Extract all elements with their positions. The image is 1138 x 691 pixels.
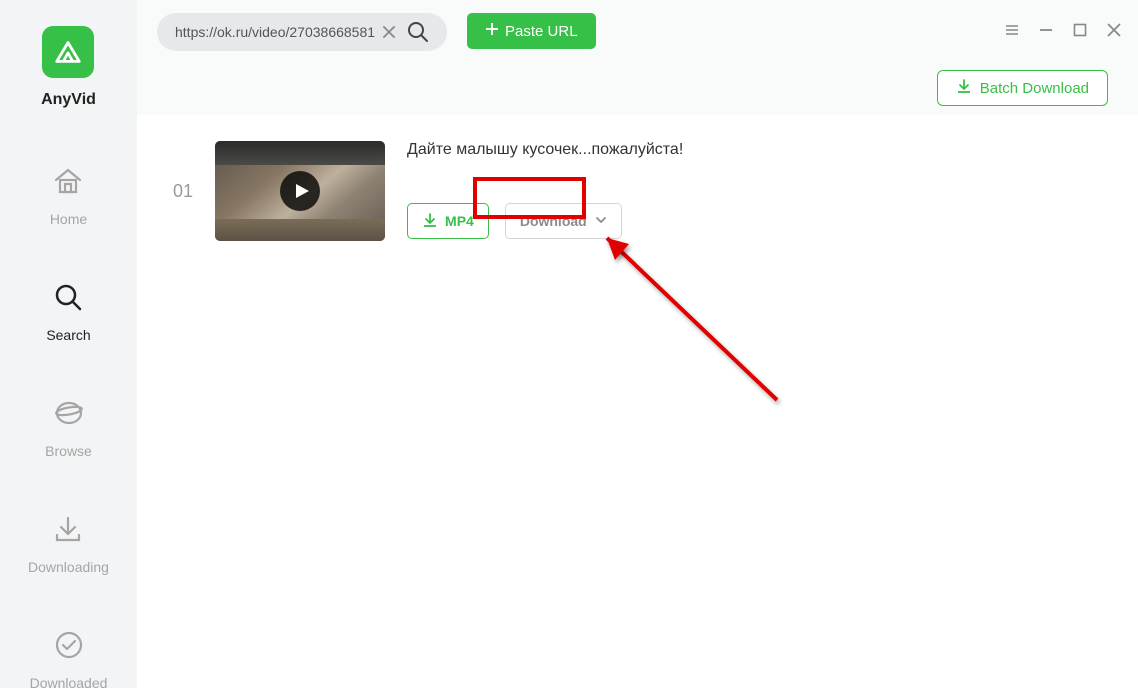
paste-url-button[interactable]: Paste URL: [467, 13, 596, 49]
minimize-icon[interactable]: [1038, 22, 1054, 38]
window-controls: [1004, 22, 1122, 38]
sidebar: AnyVid Home Search Browse Downloading Do…: [0, 0, 137, 688]
duration-badge: 00:13: [338, 221, 380, 237]
annotation-arrow: [577, 220, 797, 410]
sidebar-item-label: Browse: [45, 443, 92, 459]
sidebar-item-browse[interactable]: Browse: [45, 397, 92, 459]
result-actions: MP4 Download: [407, 203, 683, 239]
check-circle-icon: [53, 629, 85, 666]
sidebar-item-downloading[interactable]: Downloading: [28, 513, 109, 575]
result-index: 01: [173, 181, 193, 202]
mp4-label: MP4: [445, 213, 474, 229]
download-label: Download: [520, 213, 587, 229]
result-meta: Дайте малышу кусочек...пожалуйста! MP4 D…: [407, 141, 683, 239]
download-icon: [956, 78, 972, 98]
result-item: 01 00:13 Дайте малышу кусочек...пожалуйс…: [173, 141, 1102, 241]
download-icon: [422, 212, 438, 231]
sidebar-item-label: Downloaded: [30, 675, 108, 691]
main-area: Paste URL Batch Download 01 0: [137, 0, 1138, 688]
chevron-down-icon: [595, 213, 607, 229]
sidebar-item-label: Downloading: [28, 559, 109, 575]
sidebar-item-downloaded[interactable]: Downloaded: [30, 629, 108, 691]
sidebar-nav: Home Search Browse Downloading Downloade…: [0, 165, 137, 691]
mp4-button[interactable]: MP4: [407, 203, 489, 239]
globe-icon: [53, 397, 85, 434]
search-icon: [52, 281, 84, 318]
close-icon[interactable]: [1106, 22, 1122, 38]
download-dropdown[interactable]: Download: [505, 203, 622, 239]
paste-url-label: Paste URL: [505, 23, 578, 40]
logo-block: AnyVid: [41, 26, 96, 109]
sidebar-item-home[interactable]: Home: [50, 165, 87, 227]
maximize-icon[interactable]: [1072, 22, 1088, 38]
clear-input-icon[interactable]: [380, 23, 398, 41]
batch-download-label: Batch Download: [980, 80, 1089, 97]
sidebar-item-label: Home: [50, 211, 87, 227]
results-list: 01 00:13 Дайте малышу кусочек...пожалуйс…: [137, 115, 1138, 688]
app-name-label: AnyVid: [41, 91, 96, 109]
plus-icon: [485, 22, 499, 40]
search-field-wrap: [157, 13, 447, 51]
play-icon[interactable]: [280, 171, 320, 211]
sidebar-item-label: Search: [46, 327, 90, 343]
search-submit-icon[interactable]: [406, 20, 430, 44]
sidebar-item-search[interactable]: Search: [46, 281, 90, 343]
topbar: Paste URL Batch Download: [137, 0, 1138, 115]
downloading-icon: [52, 513, 84, 550]
batch-download-button[interactable]: Batch Download: [937, 70, 1108, 106]
home-icon: [52, 165, 84, 202]
url-input[interactable]: [175, 24, 380, 40]
video-thumbnail[interactable]: 00:13: [215, 141, 385, 241]
menu-icon[interactable]: [1004, 22, 1020, 38]
video-title: Дайте малышу кусочек...пожалуйста!: [407, 141, 683, 159]
app-logo-icon: [42, 26, 94, 78]
